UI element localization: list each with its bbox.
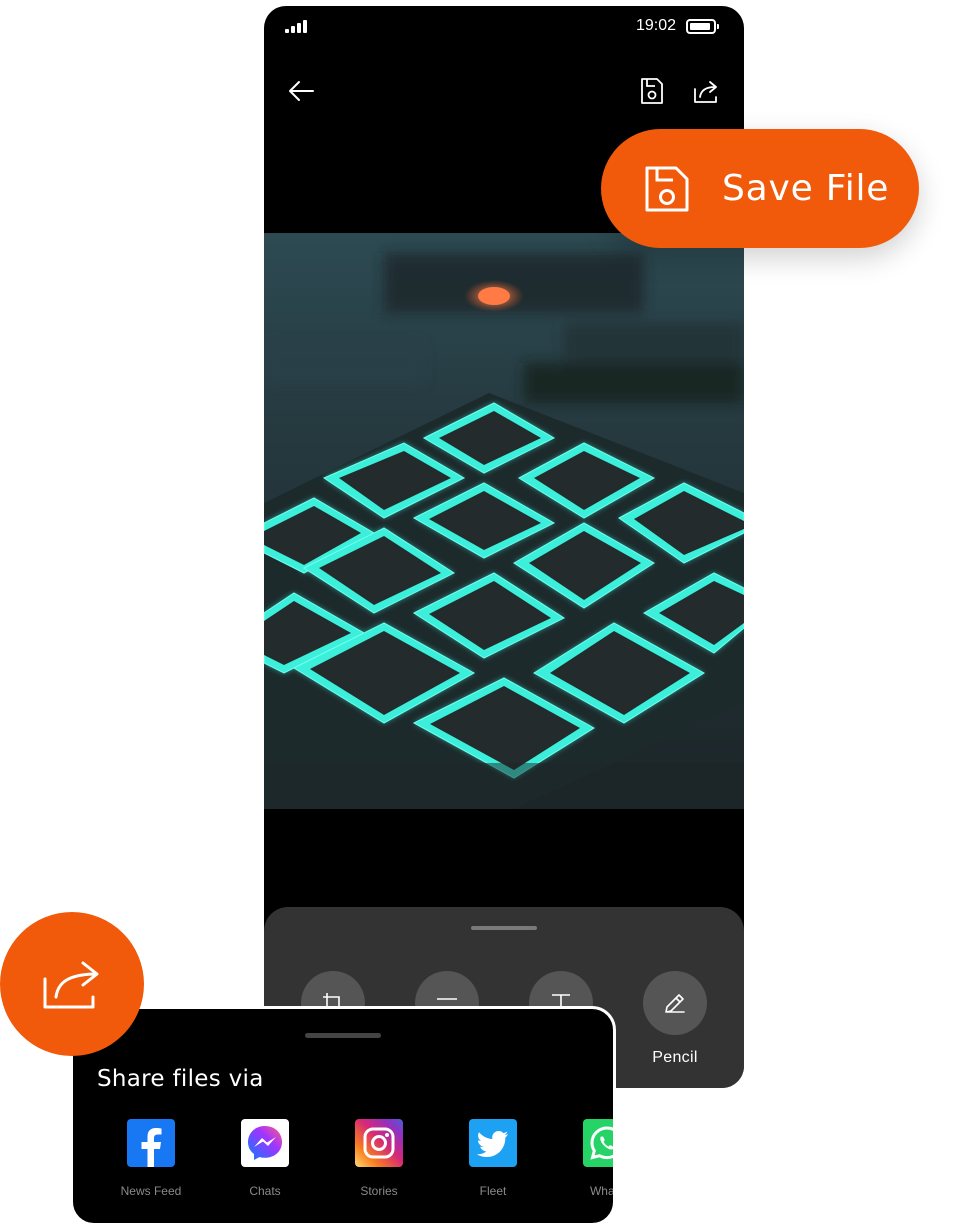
share-app-twitter[interactable]: Fleet bbox=[443, 1119, 543, 1198]
share-button[interactable] bbox=[688, 73, 724, 109]
signal-icon bbox=[285, 20, 309, 33]
messenger-icon bbox=[241, 1119, 289, 1167]
share-app-instagram[interactable]: Stories bbox=[329, 1119, 429, 1198]
share-app-whatsapp[interactable]: Whats bbox=[557, 1119, 615, 1198]
share-arrow-icon bbox=[43, 961, 99, 1009]
status-bar: 19:02 bbox=[264, 6, 744, 46]
pencil-icon bbox=[665, 994, 685, 1013]
share-sheet: Share files via News Feed Chats Stories … bbox=[70, 1006, 616, 1226]
share-app-label: Fleet bbox=[479, 1184, 507, 1198]
share-sheet-handle[interactable] bbox=[305, 1033, 381, 1038]
pencil-tool-button[interactable] bbox=[643, 971, 707, 1035]
facebook-icon bbox=[127, 1119, 175, 1167]
back-button[interactable] bbox=[283, 73, 319, 109]
share-sheet-title: Share files via bbox=[97, 1066, 264, 1092]
save-file-label: Save File bbox=[722, 168, 890, 209]
twitter-icon bbox=[469, 1119, 517, 1167]
edited-photo[interactable] bbox=[264, 233, 744, 809]
share-app-label: Whats bbox=[589, 1184, 615, 1198]
share-app-label: Stories bbox=[360, 1184, 398, 1198]
instagram-icon bbox=[355, 1119, 403, 1167]
floppy-disk-icon bbox=[641, 78, 663, 104]
battery-icon bbox=[686, 19, 719, 34]
share-app-label: Chats bbox=[249, 1184, 281, 1198]
share-arrow-icon bbox=[694, 81, 717, 103]
floppy-disk-icon bbox=[645, 166, 689, 212]
whatsapp-icon bbox=[583, 1119, 613, 1167]
share-app-label: News Feed bbox=[120, 1184, 182, 1198]
share-fab-button[interactable] bbox=[0, 912, 144, 1056]
save-button[interactable] bbox=[634, 73, 670, 109]
arrow-left-icon bbox=[289, 81, 314, 101]
drag-handle[interactable] bbox=[471, 926, 537, 930]
save-file-button[interactable]: Save File bbox=[601, 129, 919, 248]
pencil-tool-label: Pencil bbox=[652, 1049, 698, 1066]
drum-pad-photo bbox=[264, 233, 744, 809]
share-app-facebook[interactable]: News Feed bbox=[101, 1119, 201, 1198]
share-app-messenger[interactable]: Chats bbox=[215, 1119, 315, 1198]
status-time: 19:02 bbox=[636, 17, 677, 34]
